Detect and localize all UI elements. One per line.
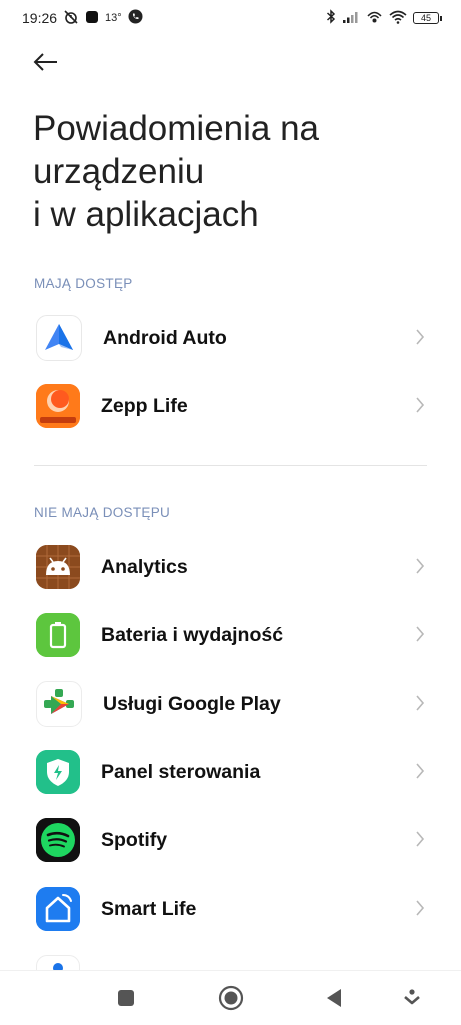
item-label: Bateria i wydajność [101, 623, 284, 646]
bluetooth-icon [326, 9, 336, 27]
battery-icon: 45 [413, 12, 442, 24]
control-panel-icon [36, 750, 80, 794]
chevron-right-icon [416, 900, 425, 916]
list-item-control-panel[interactable]: Panel sterowania [0, 738, 461, 806]
signal-icon [342, 10, 360, 26]
section-header-allowed: MAJĄ DOSTĘP [34, 276, 133, 291]
navigation-bar [0, 970, 461, 1025]
item-label: Smart Life [101, 897, 197, 920]
item-label: Zepp Life [101, 394, 188, 417]
title-line: i w aplikacjach [33, 195, 259, 234]
list-item-smart-life[interactable]: Smart Life [0, 875, 461, 943]
section-header-not-allowed: NIE MAJĄ DOSTĘPU [34, 505, 171, 520]
status-bar: 19:26 13° 45 [0, 0, 461, 36]
chevron-right-icon [416, 329, 425, 345]
list-item-analytics[interactable]: Analytics [0, 533, 461, 601]
google-play-services-icon [36, 681, 82, 727]
chevron-right-icon [416, 397, 425, 413]
chevron-right-icon [416, 695, 425, 711]
page-title: Powiadomienia na urządzeniu i w aplikacj… [33, 107, 433, 236]
analytics-icon [36, 545, 80, 589]
arrow-left-icon [33, 52, 59, 77]
title-line: urządzeniu [33, 152, 205, 191]
back-button[interactable] [28, 48, 64, 80]
list-item-spotify[interactable]: Spotify [0, 806, 461, 874]
list-item-android-auto[interactable]: Android Auto [0, 304, 461, 372]
battery-performance-icon [36, 613, 80, 657]
item-label: Usługi Google Play [103, 692, 281, 715]
list-item-battery-performance[interactable]: Bateria i wydajność [0, 601, 461, 669]
chevron-right-icon [416, 626, 425, 642]
recents-button[interactable] [116, 988, 136, 1013]
list-item-zepp-life[interactable]: Zepp Life [0, 372, 461, 440]
home-button[interactable] [218, 985, 244, 1016]
item-label: Android Auto [103, 326, 227, 349]
status-right: 45 [326, 9, 442, 27]
hotspot-icon [366, 10, 383, 27]
chevron-right-icon [416, 558, 425, 574]
zepp-life-icon [36, 384, 80, 428]
item-label: Panel sterowania [101, 760, 261, 783]
wifi-icon [389, 10, 407, 27]
spotify-icon [36, 818, 80, 862]
chevron-right-icon [416, 763, 425, 779]
status-time: 19:26 [22, 10, 58, 26]
list-item-partial[interactable] [36, 955, 80, 971]
back-nav-button[interactable] [324, 987, 344, 1014]
menu-more-icon [404, 989, 420, 1005]
menu-more-button[interactable] [403, 988, 421, 1013]
app-notification-icon [85, 10, 99, 27]
chevron-right-icon [416, 831, 425, 847]
title-line: Powiadomienia na [33, 109, 320, 148]
list-item-google-play-services[interactable]: Usługi Google Play [0, 670, 461, 738]
smart-life-icon [36, 887, 80, 931]
section-divider [34, 465, 427, 466]
item-label: Analytics [101, 555, 188, 578]
back-triangle-icon [327, 989, 341, 1007]
status-left: 19:26 13° [22, 9, 143, 27]
recents-square-icon [118, 990, 134, 1006]
status-temperature: 13° [105, 12, 122, 24]
partial-app-icon [36, 955, 80, 971]
item-label: Spotify [101, 828, 168, 851]
alarm-off-icon [63, 9, 79, 27]
home-circle-icon [218, 985, 244, 1011]
phone-call-icon [128, 9, 143, 27]
android-auto-icon [36, 315, 82, 361]
